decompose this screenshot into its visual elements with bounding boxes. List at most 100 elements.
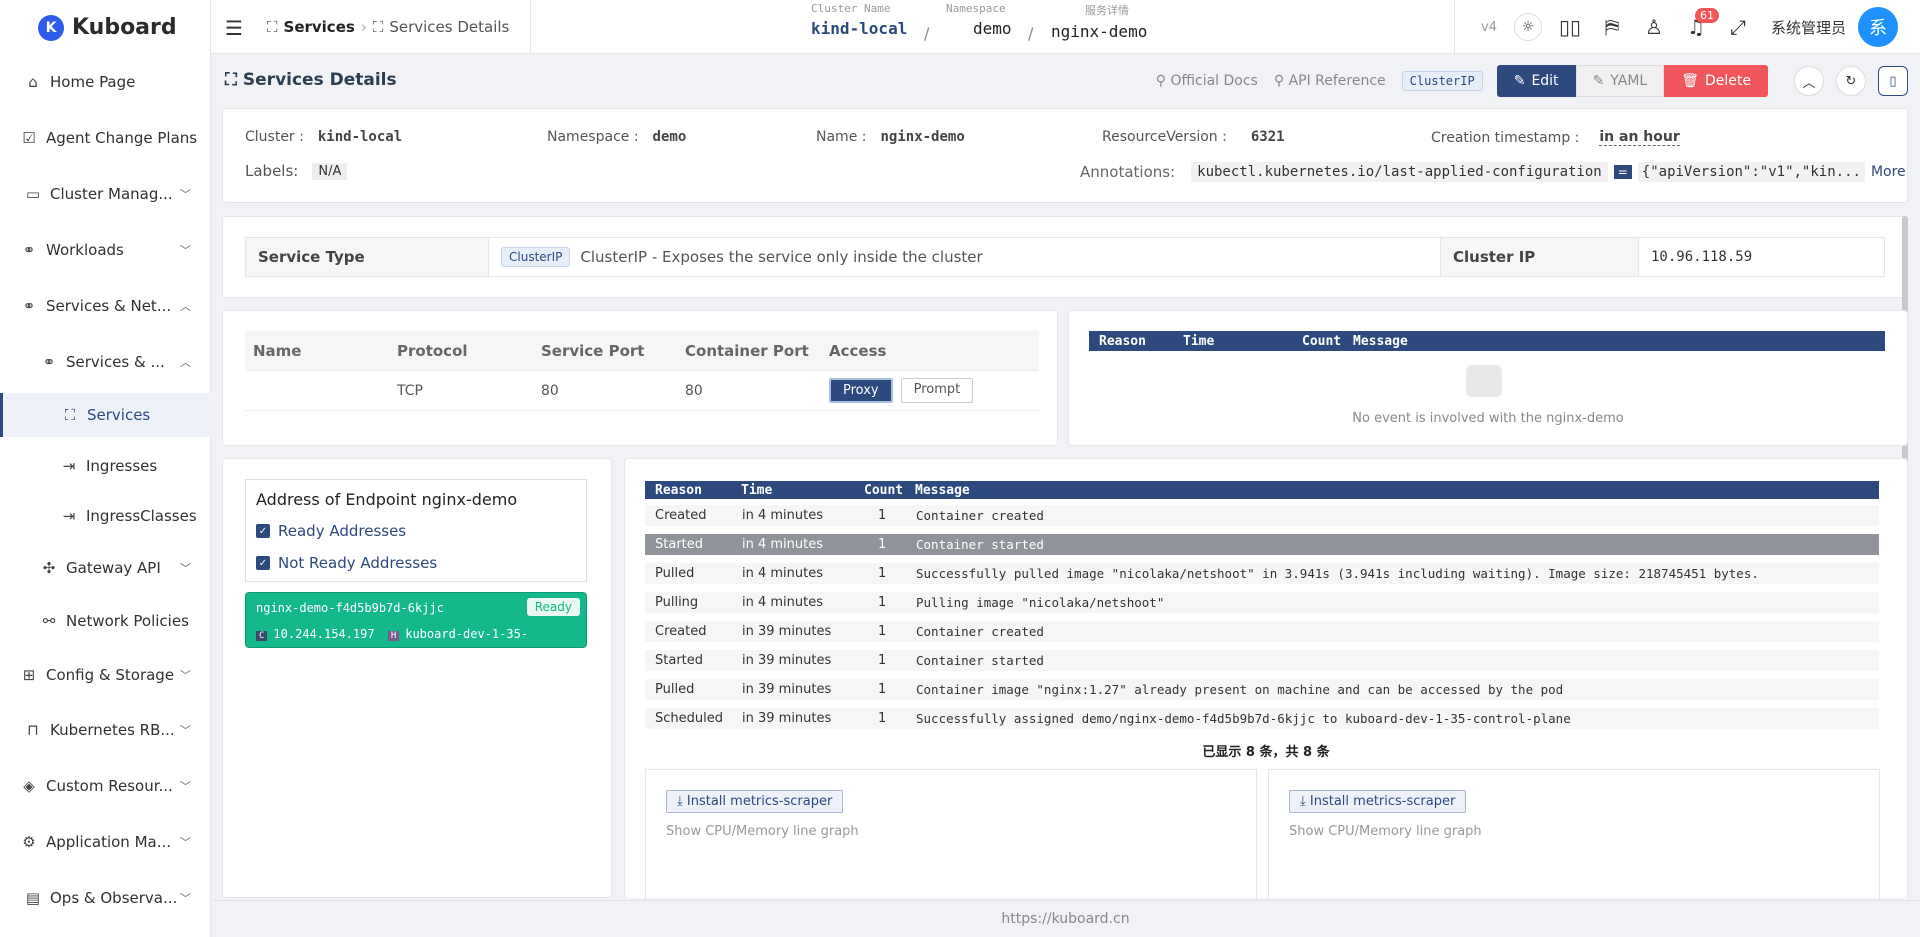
event-reason: Created <box>655 508 707 523</box>
avatar[interactable]: 系 <box>1858 7 1898 47</box>
table-row[interactable]: Created in 39 minutes 1 Container create… <box>645 621 1879 642</box>
table-row[interactable]: Pulled in 39 minutes 1 Container image "… <box>645 679 1879 700</box>
meta-name-value: nginx-demo <box>880 129 965 145</box>
sidebar-item-ingressclasses[interactable]: ⇥ IngressClasses <box>0 494 211 538</box>
annotations-more-link[interactable]: More <box>1871 164 1906 180</box>
sidebar-item-ingresses[interactable]: ⇥ Ingresses <box>0 444 211 488</box>
sidebar-item-home[interactable]: ⌂ Home Page <box>0 60 211 104</box>
context-cluster[interactable]: Cluster Name kind-local <box>811 2 907 38</box>
table-row[interactable]: Started in 4 minutes 1 Container started <box>645 534 1879 555</box>
not-ready-addresses-label: Not Ready Addresses <box>278 554 438 572</box>
install-metrics-scraper-button[interactable]: ⤓ Install metrics-scraper <box>1289 790 1467 813</box>
meta-annotations: Annotations: kubectl.kubernetes.io/last-… <box>1080 162 1906 182</box>
endpoint-pod-chip[interactable]: nginx-demo-f4d5b9b7d-6kjjc Ready C 10.244… <box>245 592 587 648</box>
event-reason: Pulled <box>655 566 695 581</box>
yaml-button[interactable]: ✎ YAML <box>1575 65 1665 97</box>
sidebar-item-workloads[interactable]: ⚭ Workloads ﹀ <box>0 228 211 272</box>
download-icon: ⤓ <box>1300 794 1310 809</box>
context-cluster-label: Cluster Name <box>811 2 891 15</box>
breadcrumb-services[interactable]: Services <box>284 18 355 36</box>
gateway-icon: ✣ <box>42 559 56 577</box>
edit-icon: ✎ <box>1513 73 1526 89</box>
table-row[interactable]: Created in 4 minutes 1 Container created <box>645 505 1879 526</box>
event-reason: Scheduled <box>655 711 723 726</box>
event-count: 1 <box>878 653 887 668</box>
sidebar-item-application-management[interactable]: ⚙ Application Ma... ﹀ <box>0 820 211 864</box>
ready-addresses-checkbox[interactable]: ✓ Ready Addresses <box>256 522 406 540</box>
sidebar-item-label: Services & Net... <box>46 297 172 315</box>
delete-button[interactable]: 🗑 Delete <box>1664 65 1768 97</box>
menu-toggle-icon[interactable]: ☰ <box>225 16 243 40</box>
events-col-time: Time <box>1183 333 1215 349</box>
context-detail: 服务详情 nginx-demo <box>1051 2 1147 41</box>
chevron-up-icon: ︿ <box>180 300 191 313</box>
api-reference-link[interactable]: ⚲ API Reference <box>1274 73 1386 89</box>
sidebar-item-label: Config & Storage <box>46 666 175 684</box>
sidebar-item-label: Services & ... <box>66 353 165 371</box>
not-ready-addresses-checkbox[interactable]: ✓ Not Ready Addresses <box>256 554 437 572</box>
sidebar-item-services-group[interactable]: ⚭ Services & ... ︿ <box>0 340 211 384</box>
sidebar-item-custom-resources[interactable]: ◈ Custom Resour... ﹀ <box>0 764 211 808</box>
bell-icon[interactable]: ♫ 61 <box>1675 6 1719 48</box>
context-namespace-value: demo <box>973 19 1012 38</box>
ports-col-access: Access <box>829 341 887 360</box>
table-row[interactable]: Started in 39 minutes 1 Container starte… <box>645 650 1879 671</box>
shirt-icon[interactable]: ♙ <box>1633 6 1675 48</box>
sidebar-item-label: Services <box>87 406 151 424</box>
sidebar-item-label: Workloads <box>46 241 124 259</box>
table-row[interactable]: Pulled in 4 minutes 1 Successfully pulle… <box>645 563 1879 584</box>
sidebar-item-gateway-api[interactable]: ✣ Gateway API ﹀ <box>0 546 211 590</box>
theme-toggle-icon[interactable]: ☼ <box>1507 6 1549 48</box>
table-row[interactable]: Scheduled in 39 minutes 1 Successfully a… <box>645 708 1879 729</box>
event-time: in 39 minutes <box>742 711 832 726</box>
proxy-button[interactable]: Proxy <box>829 378 893 403</box>
meta-labels: Labels: N/A <box>245 162 348 180</box>
context-namespace-label: Namespace <box>946 2 1006 15</box>
context-detail-label: 服务详情 <box>1085 4 1129 17</box>
user-name[interactable]: 系统管理员 <box>1771 17 1846 38</box>
sidebar-item-agent-change-plans[interactable]: ☑ Agent Change Plans <box>0 116 211 160</box>
port-service-port: 80 <box>541 382 559 399</box>
service-icon: ⛶ <box>267 18 278 36</box>
host-tag: H <box>387 631 400 641</box>
context-cluster-value: kind-local <box>811 19 908 38</box>
sidebar-item-network-policies[interactable]: ⚯ Network Policies <box>0 599 211 643</box>
collapse-up-button[interactable]: ︿ <box>1794 66 1824 96</box>
layout-icon[interactable]: ▯▯ <box>1549 6 1591 48</box>
official-docs-link[interactable]: ⚲ Official Docs <box>1156 73 1258 89</box>
sidebar-item-label: Kubernetes RB... <box>50 721 175 739</box>
top-actions: v4 ☼ ▯▯ ⛿ ♙ ♫ 61 ⤢ 系统管理员 系 <box>1454 0 1920 54</box>
refresh-button[interactable]: ↻ <box>1836 66 1866 96</box>
install-metrics-scraper-button[interactable]: ⤓ Install metrics-scraper <box>666 790 844 813</box>
edit-icon: ✎ <box>1592 73 1605 89</box>
sidebar-item-services-networking[interactable]: ⚭ Services & Net... ︿ <box>0 284 211 328</box>
translate-icon[interactable]: ⛿ <box>1591 6 1633 48</box>
footer-link[interactable]: https://kuboard.cn <box>1001 911 1129 927</box>
context-separator: / <box>1028 24 1034 43</box>
sidebar-item-label: Ops & Observa... <box>50 889 178 907</box>
ingress-icon: ⇥ <box>62 457 76 475</box>
install-metrics-label: Install metrics-scraper <box>686 794 833 809</box>
edit-button[interactable]: ✎ Edit <box>1496 65 1576 97</box>
sidebar-item-kubernetes-rbac[interactable]: ⊓ Kubernetes RB... ﹀ <box>0 708 211 752</box>
sidebar-item-cluster-management[interactable]: ▭ Cluster Manag... ﹀ <box>0 172 211 216</box>
meta-cluster: Cluster : kind-local <box>245 129 402 145</box>
events-table-header: Reason Time Count Message <box>645 481 1879 499</box>
sidebar-item-label: Cluster Manag... <box>50 185 173 203</box>
memory-metrics-panel: ⤓ Install metrics-scraper Show CPU/Memor… <box>1268 769 1880 909</box>
event-time: in 4 minutes <box>742 595 824 610</box>
prompt-button[interactable]: Prompt <box>900 378 974 403</box>
meta-ct-value[interactable]: in an hour <box>1599 129 1680 146</box>
table-row[interactable]: Pulling in 4 minutes 1 Pulling image "ni… <box>645 592 1879 613</box>
context-namespace[interactable]: Namespace demo <box>946 2 1012 38</box>
sidebar-item-config-storage[interactable]: ⊞ Config & Storage ﹀ <box>0 653 211 697</box>
panel-toggle-button[interactable]: ▯ <box>1878 66 1908 96</box>
sidebar-item-ops-observability[interactable]: ▤ Ops & Observa... ﹀ <box>0 876 211 920</box>
metadata-card: Cluster : kind-local Namespace : demo Na… <box>222 108 1908 203</box>
events-col-count: Count <box>864 482 904 498</box>
sidebar-item-services[interactable]: ⛶ Services <box>0 393 211 437</box>
lock-icon: ⊓ <box>27 721 39 739</box>
fullscreen-icon[interactable]: ⤢ <box>1717 6 1759 48</box>
logo[interactable]: K Kuboard <box>0 0 210 55</box>
page-title: ⛶ Services Details <box>225 70 397 90</box>
